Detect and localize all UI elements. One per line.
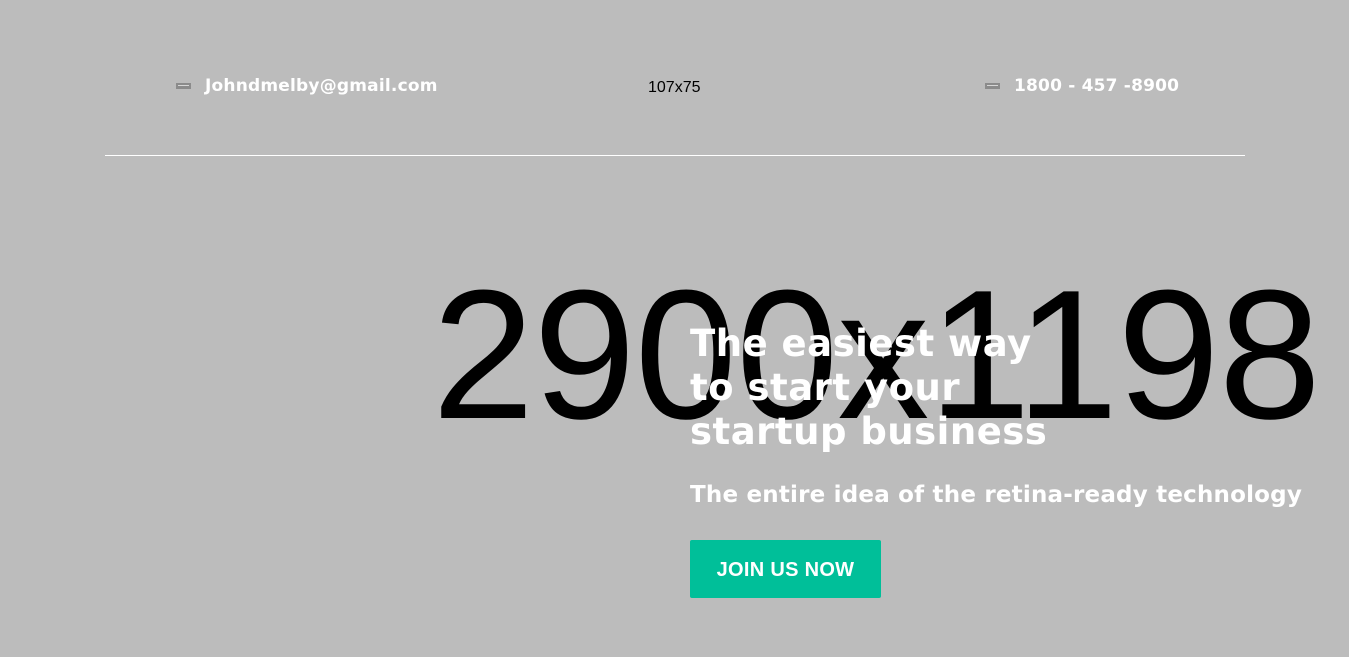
phone-text[interactable]: 1800 - 457 -8900 xyxy=(1014,76,1179,96)
hero-subtitle: The entire idea of the retina-ready tech… xyxy=(690,482,1303,508)
mail-icon xyxy=(176,83,191,89)
email-contact[interactable]: Johndmelby@gmail.com xyxy=(176,76,438,96)
hero-title: The easiest way to start your startup bu… xyxy=(690,322,1048,453)
phone-icon xyxy=(985,83,1000,89)
page: Johndmelby@gmail.com 107x75 1800 - 457 -… xyxy=(0,0,1349,657)
top-bar: Johndmelby@gmail.com 107x75 1800 - 457 -… xyxy=(0,0,1349,156)
join-us-button[interactable]: JOIN US NOW xyxy=(690,540,881,598)
logo-placeholder[interactable]: 107x75 xyxy=(648,79,701,97)
phone-contact[interactable]: 1800 - 457 -8900 xyxy=(985,76,1179,96)
header-divider xyxy=(105,155,1245,156)
hero-content: The easiest way to start your startup bu… xyxy=(690,322,1303,598)
email-text[interactable]: Johndmelby@gmail.com xyxy=(205,76,438,96)
